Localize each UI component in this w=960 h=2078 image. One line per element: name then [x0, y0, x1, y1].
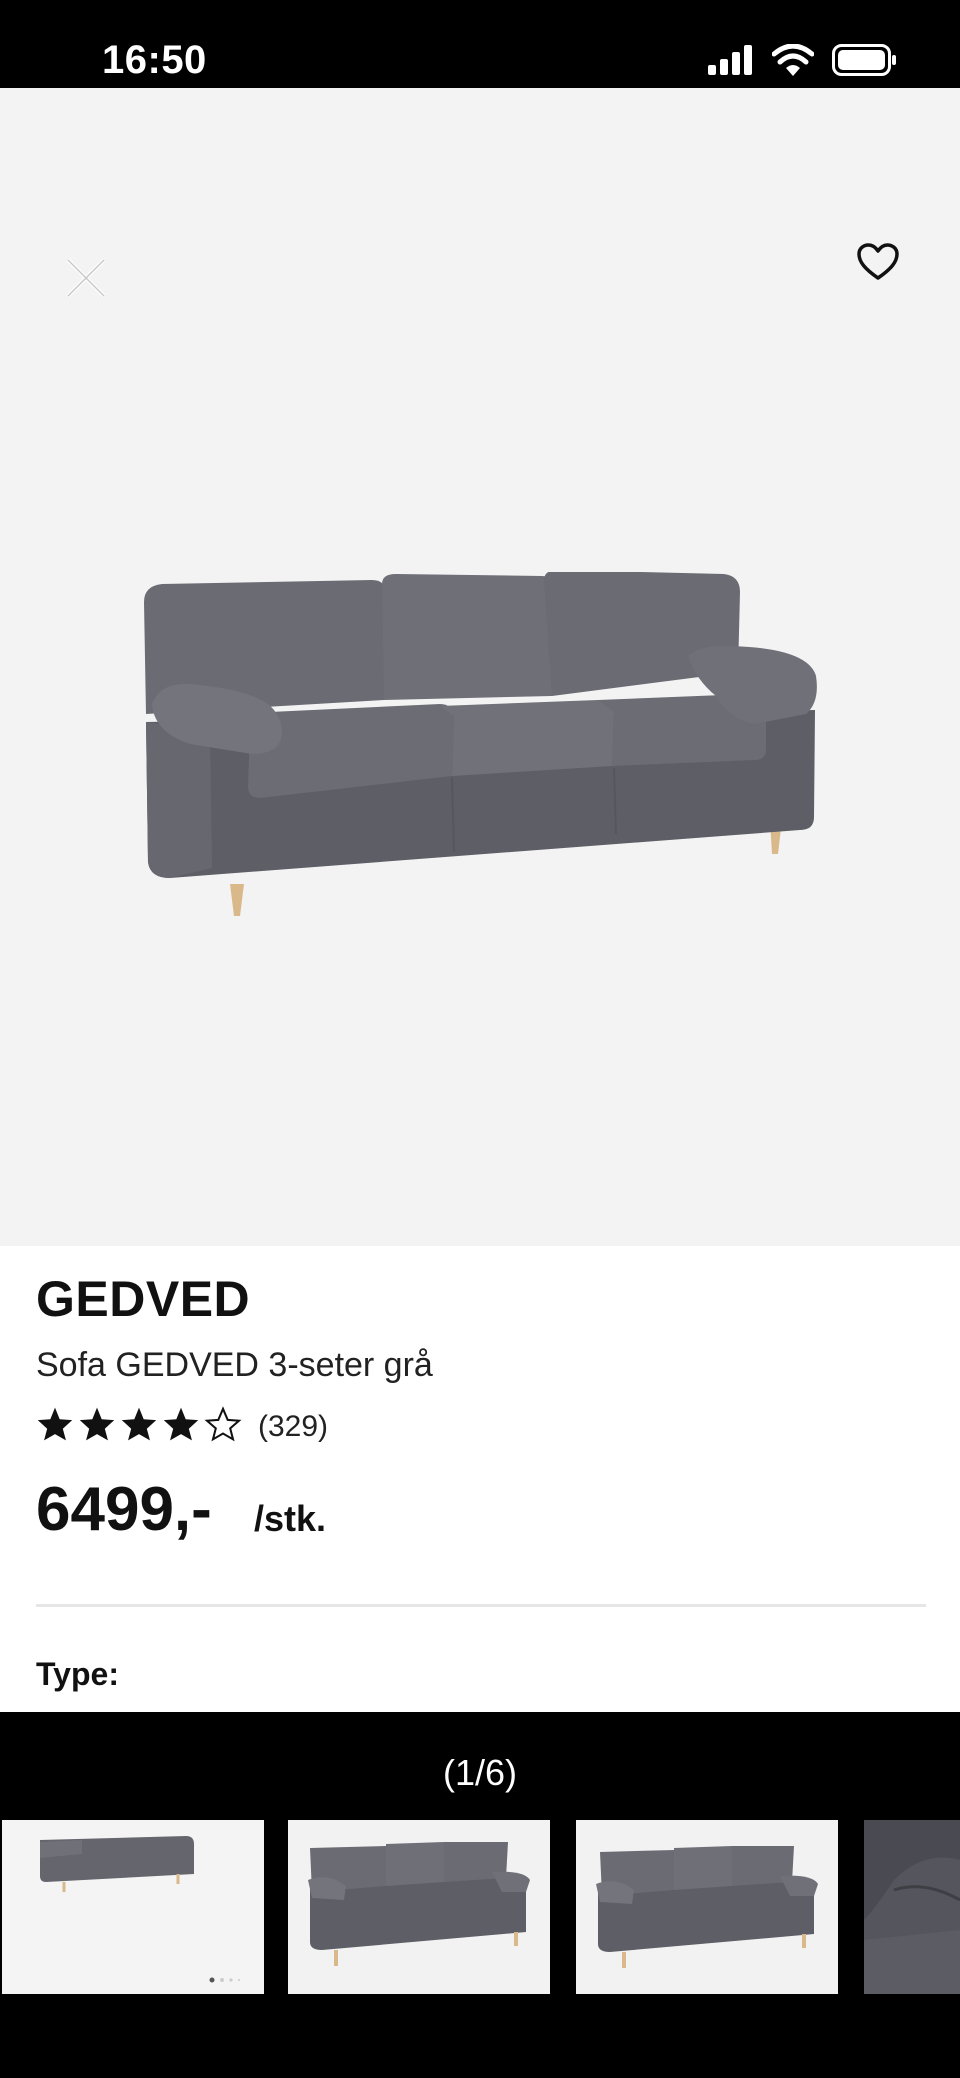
star-filled-icon: [36, 1406, 74, 1447]
rating-stars: [36, 1406, 242, 1447]
product-info: GEDVED Sofa GEDVED 3-seter grå (329) 649…: [0, 1246, 960, 1712]
thumbnail-strip[interactable]: [0, 1820, 960, 1996]
review-count: (329): [258, 1409, 329, 1443]
product-brand: GEDVED: [36, 1271, 251, 1327]
favorite-button[interactable]: [848, 234, 908, 294]
star-filled-icon: [78, 1406, 116, 1447]
status-time: 16:50: [102, 38, 207, 82]
heart-icon: [857, 242, 899, 286]
thumbnail-2[interactable]: [288, 1820, 550, 1994]
image-gallery-overlay: (1/6): [0, 1712, 960, 2078]
star-empty-icon: [204, 1406, 242, 1447]
thumbnail-4[interactable]: [864, 1820, 960, 1994]
product-image-viewer: 16:50 GEDVED Sofa GEDVED 3-seter grå (32…: [0, 0, 960, 2078]
close-button[interactable]: [56, 250, 116, 310]
product-rating[interactable]: (329): [36, 1406, 328, 1447]
product-name: Sofa GEDVED 3-seter grå: [36, 1346, 433, 1384]
product-image-main[interactable]: [0, 88, 960, 1265]
thumbnail-1[interactable]: [2, 1820, 264, 1994]
product-price: 6499,-: [36, 1475, 212, 1544]
status-icons: [708, 43, 898, 81]
image-counter: (1/6): [442, 1752, 518, 1793]
price-unit: /stk.: [254, 1498, 327, 1539]
close-icon: [64, 256, 108, 305]
signal-icon: [708, 45, 754, 80]
divider: [36, 1604, 926, 1607]
sofa-image: [140, 570, 820, 927]
battery-icon: [832, 44, 898, 81]
star-filled-icon: [162, 1406, 200, 1447]
type-label: Type:: [36, 1656, 119, 1692]
star-filled-icon: [120, 1406, 158, 1447]
status-bar: 16:50: [0, 0, 960, 88]
thumbnail-3[interactable]: [576, 1820, 838, 1994]
wifi-icon: [771, 43, 815, 81]
